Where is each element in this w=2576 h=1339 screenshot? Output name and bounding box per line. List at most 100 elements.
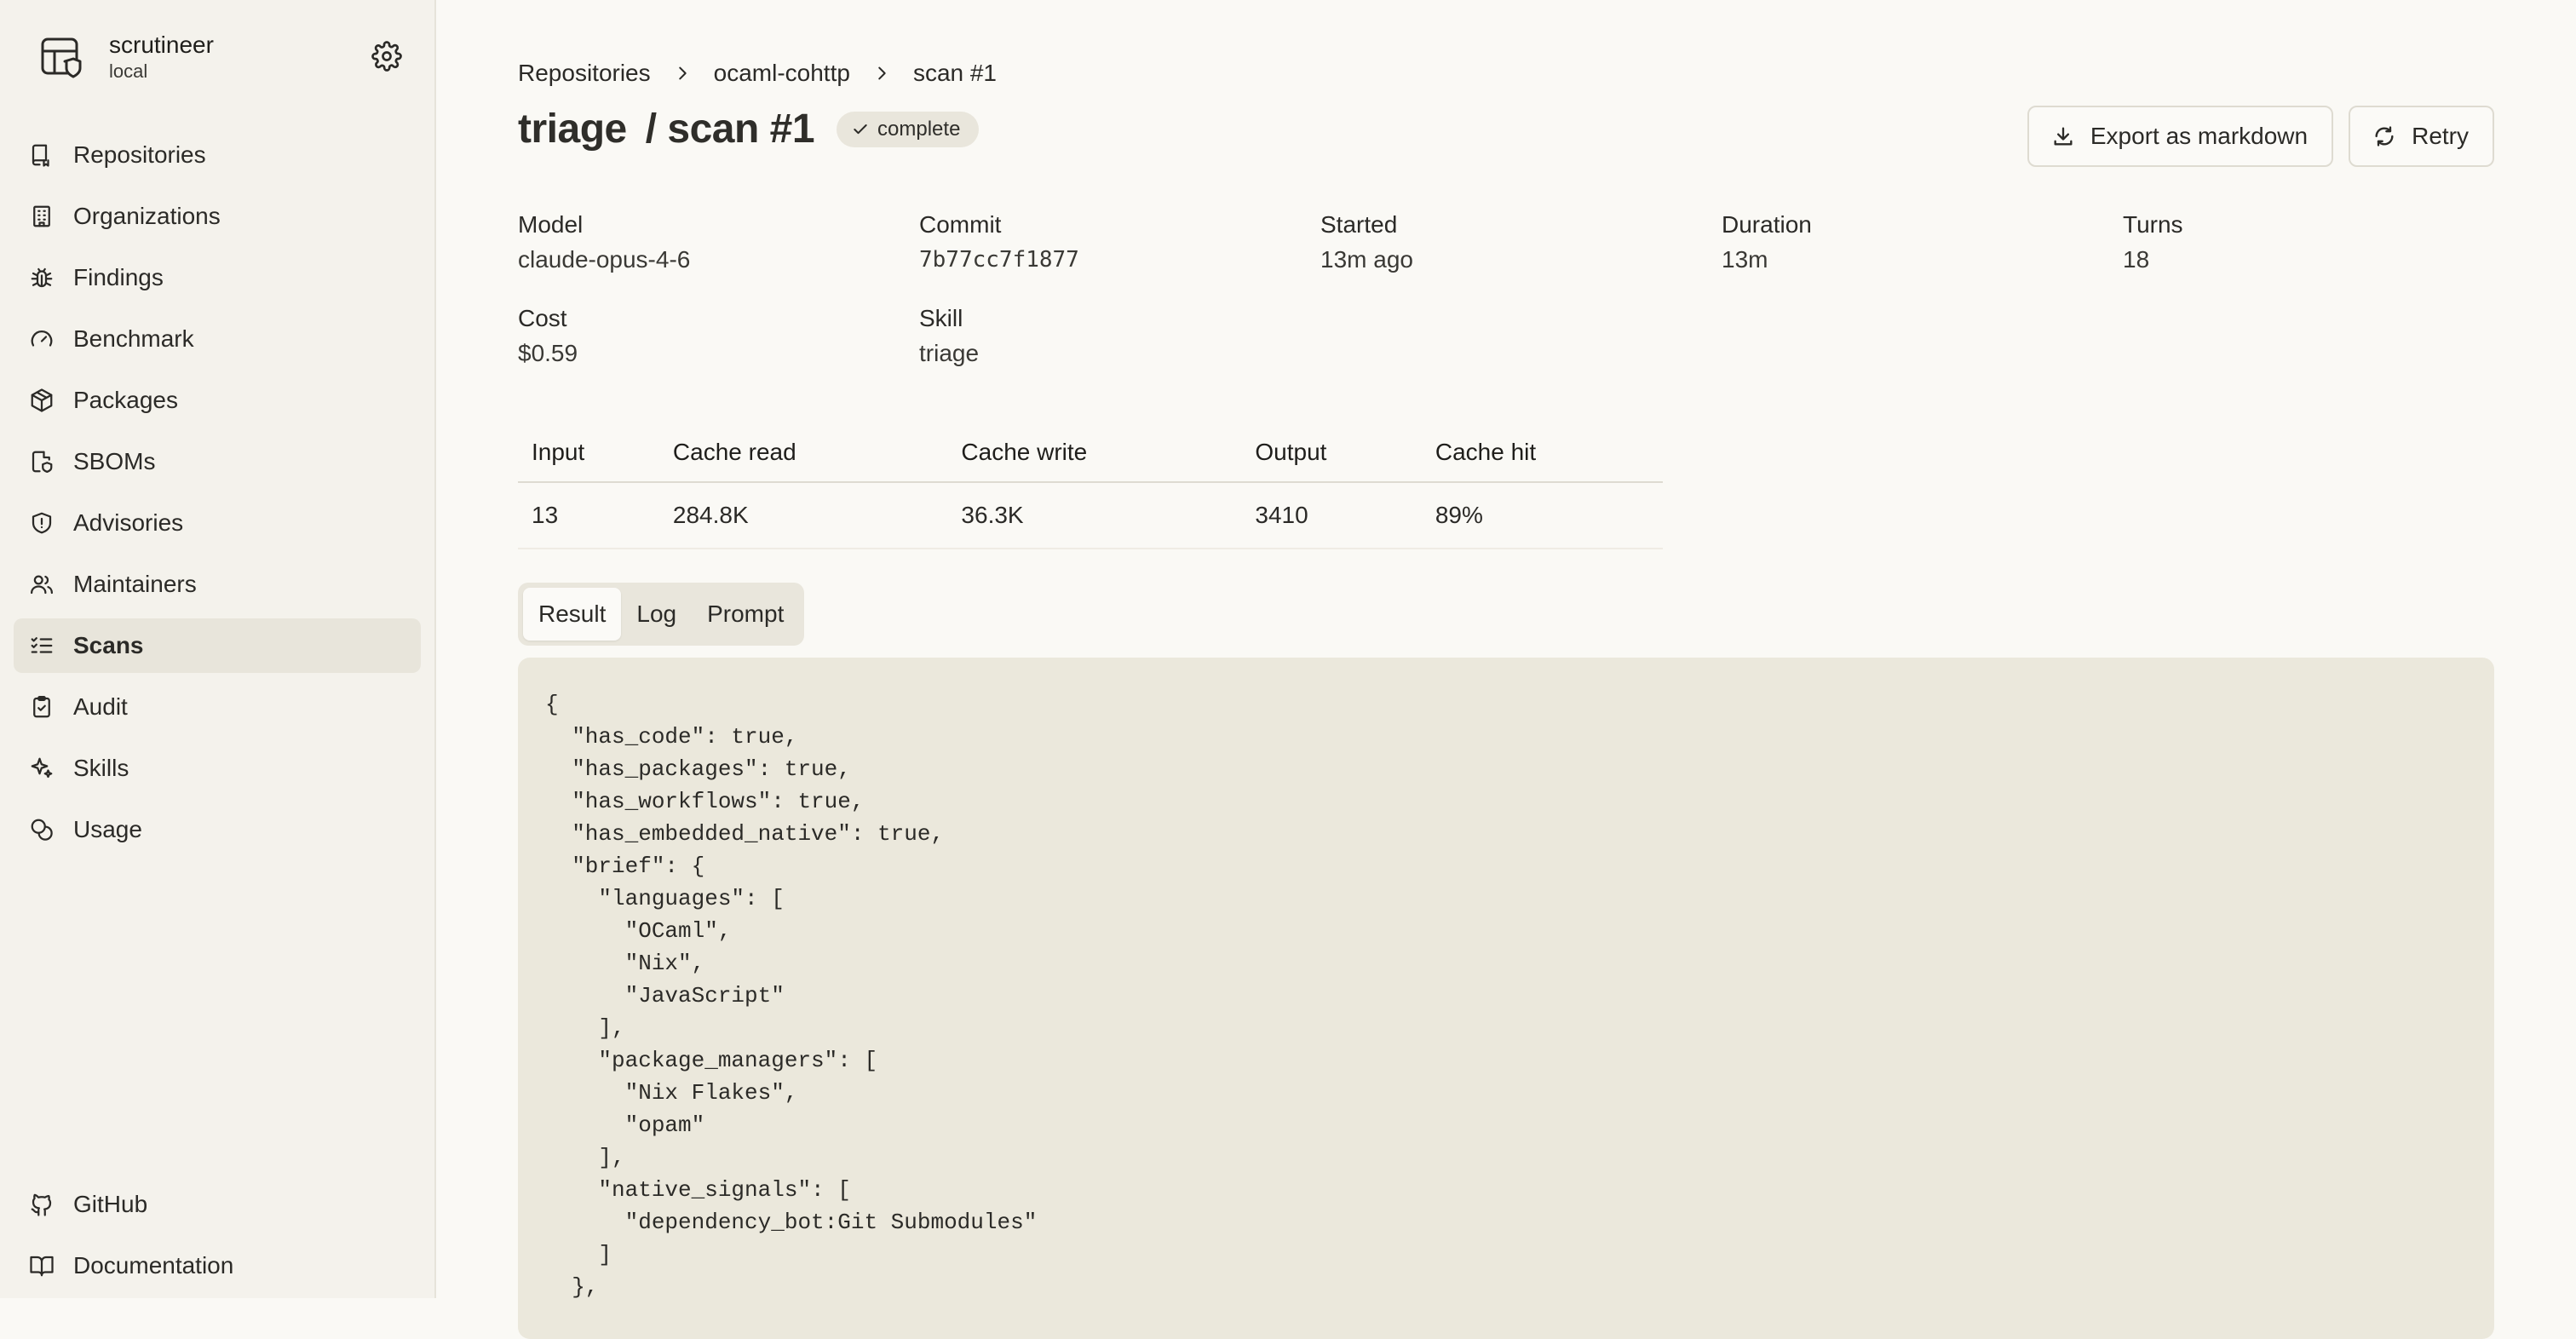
- page-title-skill: triage: [518, 106, 627, 152]
- export-markdown-label: Export as markdown: [2090, 123, 2309, 149]
- meta-label: Cost: [518, 305, 567, 331]
- result-tabs: Result Log Prompt: [518, 583, 805, 646]
- meta-value: 13m: [1722, 246, 1768, 273]
- sparkles-icon: [31, 757, 53, 779]
- sidebar-item-label: Repositories: [73, 141, 206, 168]
- sidebar-item-label: GitHub: [73, 1191, 148, 1217]
- meta-label: Duration: [1722, 211, 1812, 238]
- sidebar-item-packages[interactable]: Packages: [14, 373, 421, 428]
- meta-value: claude-opus-4-6: [518, 246, 691, 273]
- gauge-icon: [31, 330, 53, 347]
- meta-value: 13m ago: [1320, 246, 1413, 273]
- repo-icon: [32, 144, 49, 167]
- meta-value: triage: [919, 340, 980, 366]
- breadcrumb: Repositories ocaml-cohttp scan #1: [518, 60, 997, 87]
- breadcrumb-repositories[interactable]: Repositories: [518, 60, 651, 87]
- sidebar-item-label: Scans: [73, 632, 144, 658]
- sidebar-item-scans[interactable]: Scans: [14, 618, 421, 673]
- meta-duration: Duration 13m: [1722, 210, 2123, 276]
- tab-result[interactable]: Result: [523, 588, 622, 641]
- sidebar-nav: Repositories Organizations Findings Benc…: [14, 128, 421, 864]
- table-row: 13 284.8K 36.3K 3410 89%: [518, 482, 1663, 549]
- breadcrumb-current: scan #1: [912, 60, 998, 86]
- cell-output: 3410: [1241, 482, 1422, 549]
- sidebar-item-usage[interactable]: Usage: [14, 802, 421, 857]
- bug-icon: [31, 267, 53, 288]
- checklist-icon: [31, 637, 53, 653]
- sidebar-item-documentation[interactable]: Documentation: [14, 1238, 421, 1293]
- meta-value: 18: [2123, 246, 2150, 273]
- sidebar-item-label: Documentation: [73, 1252, 234, 1279]
- retry-button[interactable]: Retry: [2349, 106, 2494, 167]
- page-header: triage / scan #1 complete: [518, 106, 980, 152]
- chevron-right-icon: [878, 66, 886, 80]
- tab-prompt[interactable]: Prompt: [692, 588, 799, 641]
- tab-log[interactable]: Log: [621, 588, 692, 641]
- meta-started: Started 13m ago: [1320, 210, 1722, 276]
- column-header-cache-write: Cache write: [947, 422, 1242, 483]
- sidebar-item-label: SBOMs: [73, 448, 156, 474]
- result-json: { "has_code": true, "has_packages": true…: [545, 692, 1038, 1300]
- sidebar-item-audit[interactable]: Audit: [14, 680, 421, 734]
- sidebar-item-benchmark[interactable]: Benchmark: [14, 312, 421, 366]
- meta-model: Model claude-opus-4-6: [518, 210, 919, 276]
- page-title-scan: / scan #1: [645, 106, 815, 152]
- meta-turns: Turns 18: [2123, 210, 2524, 276]
- retry-label: Retry: [2412, 123, 2469, 149]
- column-header-output: Output: [1241, 422, 1422, 483]
- chevron-right-icon: [678, 66, 687, 80]
- column-header-cache-read: Cache read: [658, 422, 948, 483]
- scan-metadata: Model claude-opus-4-6 Commit 7b77cc7f187…: [518, 210, 2562, 370]
- building-icon: [33, 205, 50, 227]
- sidebar-item-repositories[interactable]: Repositories: [14, 128, 421, 182]
- sidebar-item-findings[interactable]: Findings: [14, 250, 421, 305]
- sidebar-item-github[interactable]: GitHub: [14, 1177, 421, 1232]
- sidebar-item-organizations[interactable]: Organizations: [14, 189, 421, 244]
- token-usage-table: Input Cache read Cache write Output Cach…: [518, 422, 1663, 549]
- export-markdown-button[interactable]: Export as markdown: [2027, 106, 2334, 167]
- shield-icon: [32, 512, 52, 534]
- meta-commit: Commit 7b77cc7f1877: [919, 210, 1320, 276]
- package-icon: [31, 388, 53, 412]
- book-icon: [30, 1256, 54, 1277]
- sidebar-item-maintainers[interactable]: Maintainers: [14, 557, 421, 612]
- clipboard-check-icon: [33, 696, 50, 718]
- users-icon: [31, 575, 53, 595]
- sidebar: scrutineer local Repositories Organizati…: [0, 0, 436, 1298]
- meta-label: Commit: [919, 211, 1002, 238]
- breadcrumb-repo[interactable]: ocaml-cohttp: [714, 60, 850, 87]
- cell-cache-write: 36.3K: [947, 482, 1242, 549]
- sidebar-item-label: Maintainers: [73, 571, 197, 597]
- settings-gear-icon[interactable]: [371, 41, 402, 72]
- sidebar-item-advisories[interactable]: Advisories: [14, 496, 421, 550]
- status-badge: complete: [837, 111, 980, 147]
- cell-cache-hit: 89%: [1421, 482, 1663, 549]
- coins-icon: [31, 819, 53, 841]
- cell-cache-read: 284.8K: [658, 482, 948, 549]
- meta-label: Started: [1320, 211, 1398, 238]
- sidebar-item-label: Benchmark: [73, 325, 194, 352]
- cell-input: 13: [518, 482, 659, 549]
- brand-name: scrutineer: [109, 32, 214, 58]
- scrutineer-logo-icon: [41, 37, 82, 78]
- meta-value: 7b77cc7f1877: [919, 247, 1079, 273]
- meta-value: $0.59: [518, 340, 578, 366]
- sidebar-item-sboms[interactable]: SBOMs: [14, 434, 421, 489]
- github-icon: [31, 1193, 52, 1216]
- file-shield-icon: [32, 451, 53, 473]
- sidebar-footer-nav: GitHub Documentation: [14, 1177, 421, 1300]
- sidebar-item-label: Organizations: [73, 203, 221, 229]
- meta-label: Model: [518, 211, 584, 238]
- column-header-input: Input: [518, 422, 659, 483]
- meta-cost: Cost $0.59: [518, 303, 919, 370]
- brand-env: local: [109, 60, 148, 82]
- status-badge-label: complete: [877, 117, 961, 141]
- result-code-panel[interactable]: { "has_code": true, "has_packages": true…: [518, 658, 2494, 1339]
- meta-label: Turns: [2123, 211, 2183, 238]
- sidebar-item-skills[interactable]: Skills: [14, 741, 421, 796]
- refresh-icon: [2375, 126, 2394, 147]
- meta-skill: Skill triage: [919, 303, 1320, 370]
- download-icon: [2054, 127, 2073, 146]
- sidebar-item-label: Usage: [73, 816, 142, 842]
- column-header-cache-hit: Cache hit: [1421, 422, 1663, 483]
